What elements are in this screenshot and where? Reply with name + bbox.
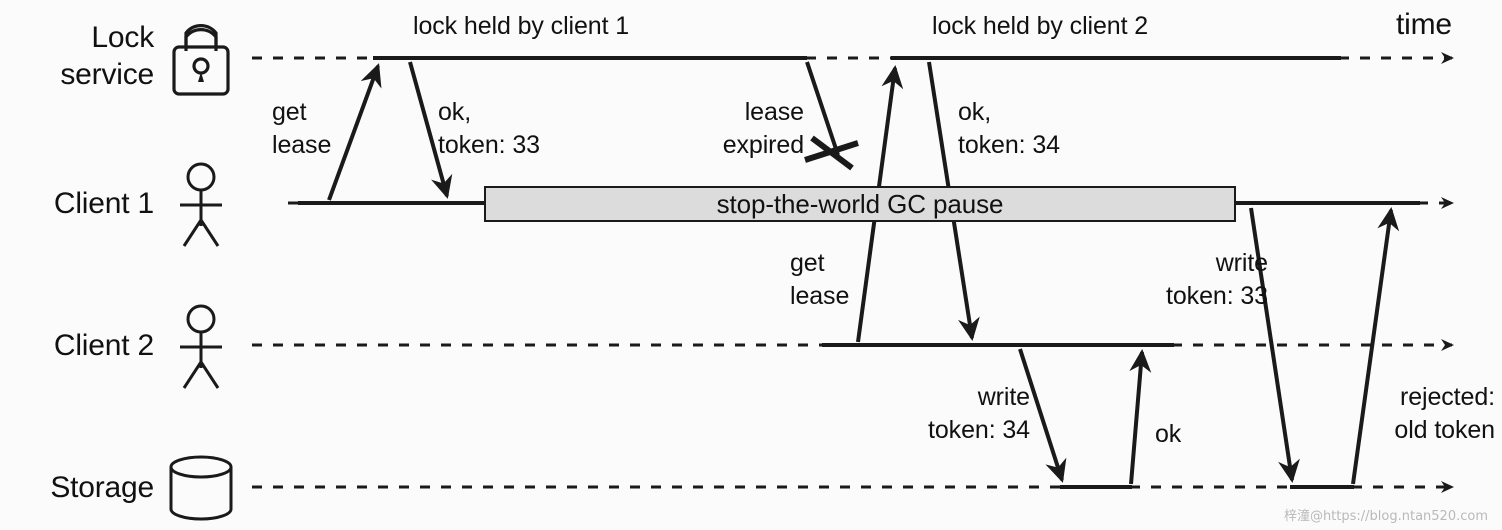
message-label-write-token-33: write token: 33 <box>1166 249 1268 310</box>
lane-label-lock-service: Lock service <box>60 21 154 91</box>
stick-figure-icon-client-2 <box>180 304 222 389</box>
time-axis-label: time <box>1396 8 1452 41</box>
database-cylinder-icon <box>169 455 233 521</box>
message-label-ok-storage: ok <box>1155 420 1182 448</box>
message-label-lease-expired: lease expired <box>722 98 804 159</box>
watermark: 梓潼@https://blog.ntan520.com <box>1283 509 1488 524</box>
lane-label-storage: Storage <box>50 471 154 504</box>
lease-expired-cross-icon <box>804 135 859 171</box>
diagram-canvas: Lock service Client 1 Client 2 Storage l… <box>0 0 1502 530</box>
span-label-lock-held-client-1: lock held by client 1 <box>413 12 630 40</box>
span-label-lock-held-client-2: lock held by client 2 <box>932 12 1149 40</box>
lane-label-client-1: Client 1 <box>53 187 154 220</box>
stick-figure-icon-client-1 <box>180 162 222 247</box>
arrow-get-lease-1 <box>327 63 382 201</box>
lane-label-client-2: Client 2 <box>53 329 154 362</box>
message-label-ok-token-34: ok, token: 34 <box>958 98 1060 159</box>
arrow-ok-storage <box>1129 349 1152 485</box>
gc-pause-label: stop-the-world GC pause <box>716 188 1004 219</box>
padlock-icon <box>172 24 230 96</box>
sequence-diagram-svg <box>169 24 1454 521</box>
message-label-get-lease-2: get lease <box>790 249 850 310</box>
message-label-write-token-34: write token: 34 <box>928 383 1030 444</box>
message-label-ok-token-33: ok, token: 33 <box>438 98 540 159</box>
message-label-rejected-old-token: rejected: old token <box>1394 383 1495 444</box>
message-label-get-lease-1: get lease <box>272 98 332 159</box>
gc-pause-box: stop-the-world GC pause <box>484 186 1236 222</box>
